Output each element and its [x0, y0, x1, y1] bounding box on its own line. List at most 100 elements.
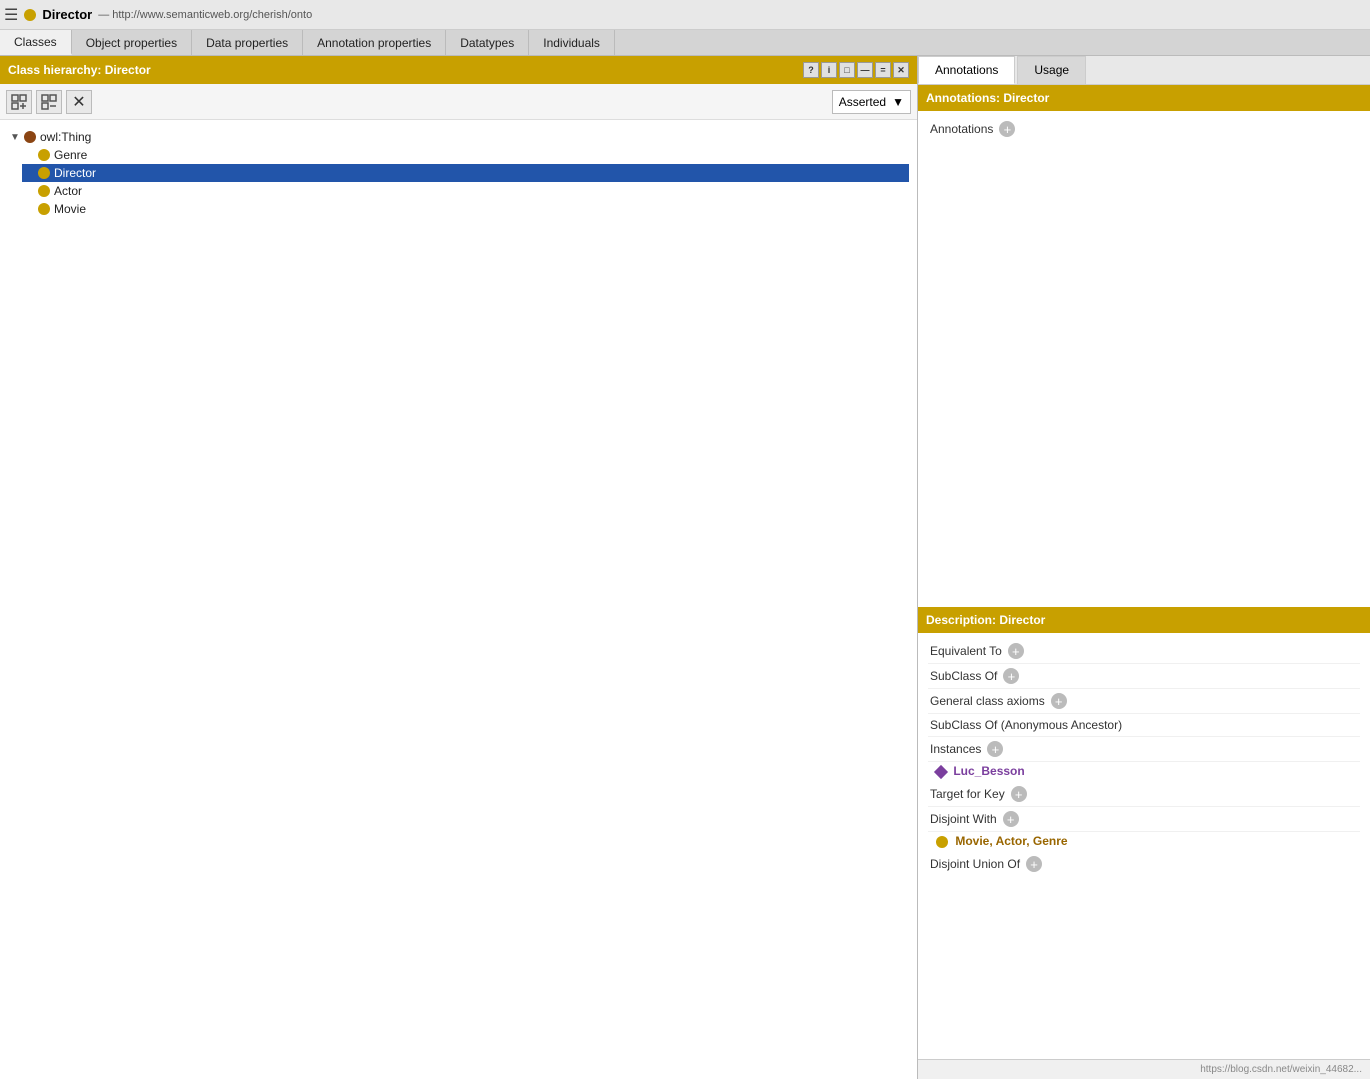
expand-arrow-movie: [24, 204, 34, 215]
equivalent-to-label: Equivalent To: [930, 644, 1002, 658]
annotations-empty-area: [918, 147, 1370, 607]
target-for-key-add-button[interactable]: +: [1011, 786, 1027, 802]
tab-data-properties[interactable]: Data properties: [192, 30, 303, 55]
status-bar: https://blog.csdn.net/weixin_44682...: [918, 1059, 1370, 1079]
header-btn-i[interactable]: i: [821, 62, 837, 78]
collapse-all-icon: [40, 93, 58, 111]
equivalent-to-row: Equivalent To +: [928, 639, 1360, 664]
tab-datatypes[interactable]: Datatypes: [446, 30, 529, 55]
header-btn-q[interactable]: ?: [803, 62, 819, 78]
entity-url: — http://www.semanticweb.org/cherish/ont…: [98, 9, 312, 21]
description-header: Description: Director: [918, 607, 1370, 633]
director-label: Director: [54, 166, 96, 180]
description-content: Equivalent To + SubClass Of + General cl…: [918, 633, 1370, 882]
instances-label: Instances: [930, 742, 981, 756]
active-entity: Director — http://www.semanticweb.org/ch…: [24, 7, 312, 22]
class-hierarchy-controls: ? i □ — = ✕: [803, 62, 909, 78]
subclass-anonymous-row: SubClass Of (Anonymous Ancestor): [928, 714, 1360, 737]
genre-label: Genre: [54, 148, 87, 162]
class-hierarchy-header: Class hierarchy: Director ? i □ — = ✕: [0, 56, 917, 84]
header-btn-close[interactable]: ✕: [893, 62, 909, 78]
expand-arrow-genre: [24, 150, 34, 161]
annotations-content: Annotations +: [918, 111, 1370, 147]
menu-icon[interactable]: ☰: [4, 5, 18, 25]
annotations-add-button[interactable]: +: [999, 121, 1015, 137]
tree-item-genre[interactable]: Genre: [22, 146, 909, 164]
target-for-key-row: Target for Key +: [928, 782, 1360, 807]
disjoint-union-add-button[interactable]: +: [1026, 856, 1042, 872]
luc-besson-link[interactable]: Luc_Besson: [953, 764, 1024, 778]
disjoint-union-row: Disjoint Union Of +: [928, 852, 1360, 876]
main-layout: Class hierarchy: Director ? i □ — = ✕: [0, 56, 1370, 1079]
right-panel: Annotations Usage Annotations: Director …: [918, 56, 1370, 1079]
disjoint-union-label: Disjoint Union Of: [930, 857, 1020, 871]
tab-usage[interactable]: Usage: [1017, 56, 1086, 84]
asserted-dropdown[interactable]: Asserted ▼: [832, 90, 911, 114]
disjoint-icon: [936, 836, 948, 848]
toolbar: ✕ Asserted ▼: [0, 84, 917, 120]
actor-label: Actor: [54, 184, 82, 198]
subclass-anonymous-label: SubClass Of (Anonymous Ancestor): [930, 718, 1122, 732]
luc-besson-icon: [934, 765, 948, 779]
subclass-of-row: SubClass Of +: [928, 664, 1360, 689]
right-tabs: Annotations Usage: [918, 56, 1370, 85]
tab-individuals[interactable]: Individuals: [529, 30, 615, 55]
entity-name-top: Director: [42, 7, 92, 22]
header-btn-min[interactable]: —: [857, 62, 873, 78]
status-url: https://blog.csdn.net/weixin_44682...: [1200, 1064, 1362, 1075]
description-title: Description: Director: [926, 613, 1045, 627]
disjoint-with-label: Disjoint With: [930, 812, 997, 826]
expand-all-button[interactable]: [6, 90, 32, 114]
expand-arrow-owl-thing[interactable]: ▼: [10, 132, 20, 143]
expand-all-icon: [10, 93, 28, 111]
tab-object-properties[interactable]: Object properties: [72, 30, 192, 55]
movie-label: Movie: [54, 202, 86, 216]
annotations-section: Annotations: Director Annotations + Desc…: [918, 85, 1370, 1079]
tab-annotations[interactable]: Annotations: [918, 56, 1015, 84]
subclass-of-add-button[interactable]: +: [1003, 668, 1019, 684]
remove-button[interactable]: ✕: [66, 90, 92, 114]
instances-add-button[interactable]: +: [987, 741, 1003, 757]
entity-icon: [24, 9, 36, 21]
annotations-row-label: Annotations: [930, 122, 993, 136]
disjoint-value[interactable]: Movie, Actor, Genre: [955, 834, 1067, 848]
tree-item-owl-thing[interactable]: ▼ owl:Thing: [8, 128, 909, 146]
owl-thing-label: owl:Thing: [40, 130, 91, 144]
annotations-title: Annotations: Director: [926, 91, 1049, 105]
director-icon: [38, 167, 50, 179]
annotations-header: Annotations: Director: [918, 85, 1370, 111]
instances-value-row: Luc_Besson: [928, 762, 1360, 782]
class-hierarchy-title: Class hierarchy: Director: [8, 63, 151, 77]
movie-icon: [38, 203, 50, 215]
asserted-label: Asserted: [839, 95, 886, 109]
expand-arrow-director: [24, 168, 34, 179]
top-bar: ☰ Director — http://www.semanticweb.org/…: [0, 0, 1370, 30]
disjoint-with-row: Disjoint With +: [928, 807, 1360, 832]
general-class-axioms-label: General class axioms: [930, 694, 1045, 708]
tree-item-movie[interactable]: Movie: [22, 200, 909, 218]
header-btn-eq[interactable]: =: [875, 62, 891, 78]
disjoint-value-row: Movie, Actor, Genre: [928, 832, 1360, 852]
genre-icon: [38, 149, 50, 161]
disjoint-with-add-button[interactable]: +: [1003, 811, 1019, 827]
general-class-axioms-row: General class axioms +: [928, 689, 1360, 714]
instances-row: Instances +: [928, 737, 1360, 762]
tree-item-actor[interactable]: Actor: [22, 182, 909, 200]
dropdown-arrow: ▼: [892, 95, 904, 109]
tree-area: ▼ owl:Thing Genre Director Actor: [0, 120, 917, 1079]
expand-arrow-actor: [24, 186, 34, 197]
tree-item-director[interactable]: Director: [22, 164, 909, 182]
equivalent-to-add-button[interactable]: +: [1008, 643, 1024, 659]
left-panel: Class hierarchy: Director ? i □ — = ✕: [0, 56, 918, 1079]
subclass-of-label: SubClass Of: [930, 669, 997, 683]
owl-thing-icon: [24, 131, 36, 143]
annotations-row: Annotations +: [928, 117, 1360, 141]
header-btn-box[interactable]: □: [839, 62, 855, 78]
general-class-axioms-add-button[interactable]: +: [1051, 693, 1067, 709]
collapse-all-button[interactable]: [36, 90, 62, 114]
tab-bar: Classes Object properties Data propertie…: [0, 30, 1370, 56]
actor-icon: [38, 185, 50, 197]
tab-classes[interactable]: Classes: [0, 30, 72, 55]
tab-annotation-properties[interactable]: Annotation properties: [303, 30, 446, 55]
target-for-key-label: Target for Key: [930, 787, 1005, 801]
